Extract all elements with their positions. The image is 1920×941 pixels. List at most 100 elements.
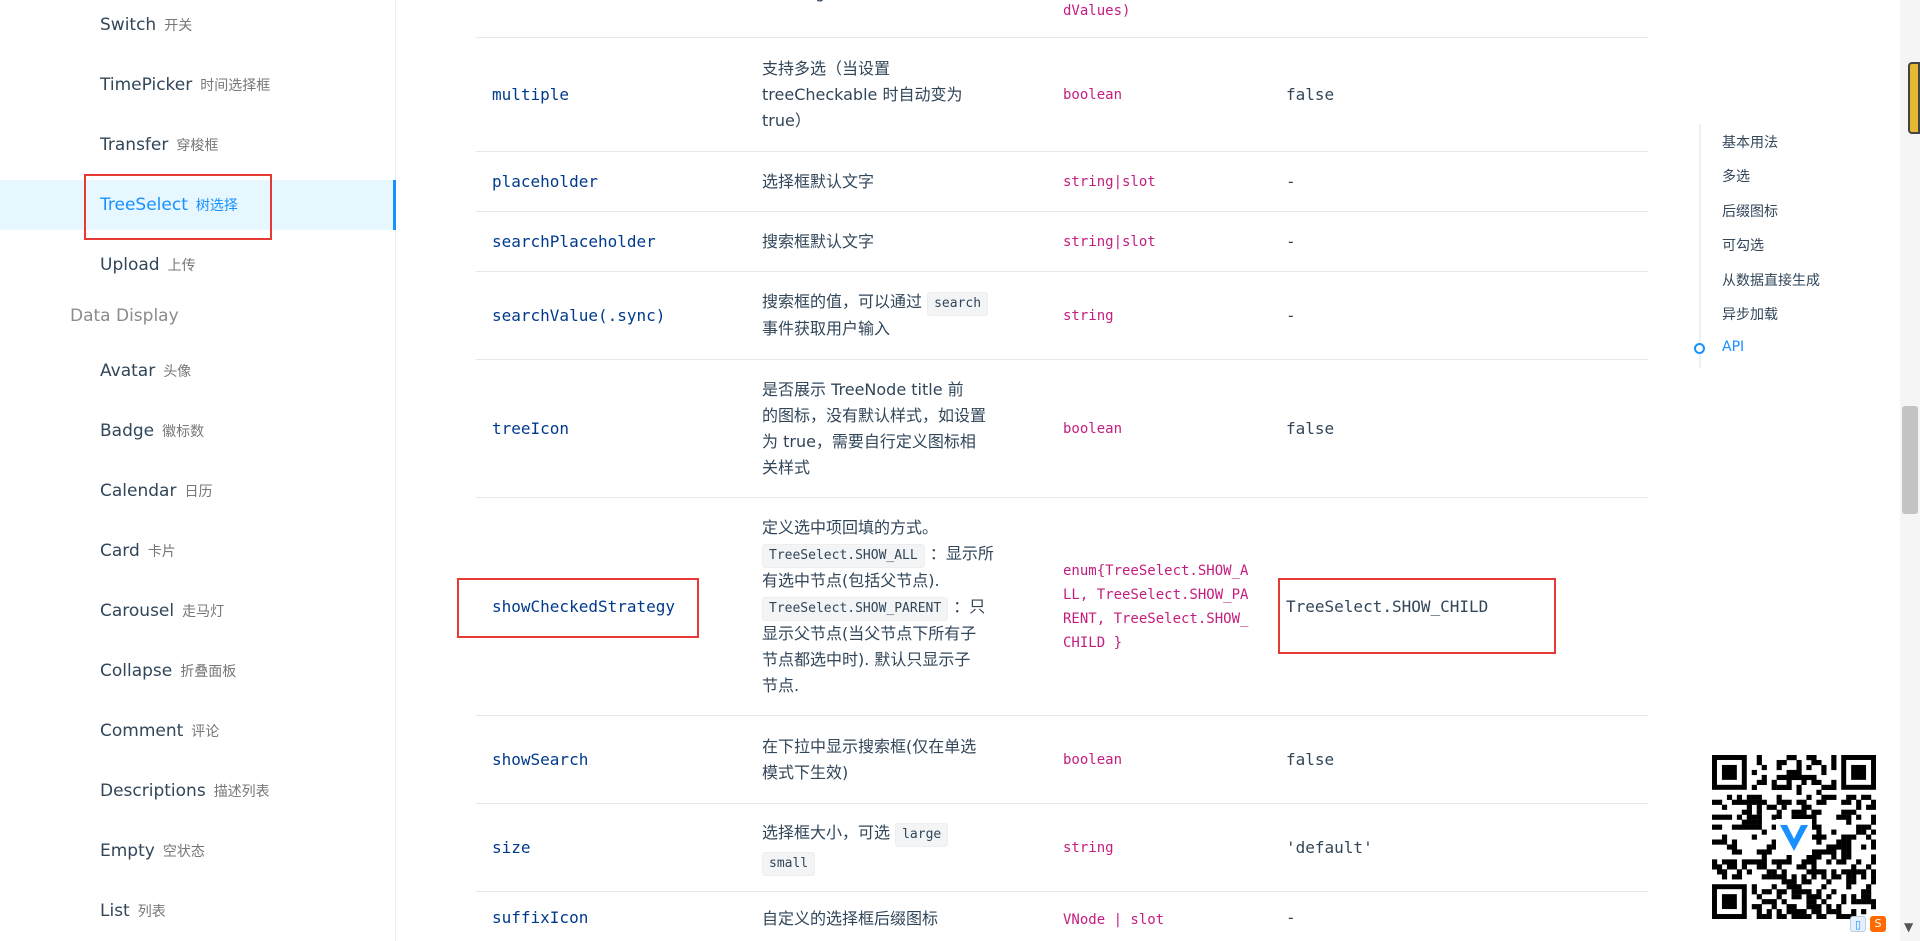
page: Switch 开关 TimePicker 时间选择框 Transfer 穿梭框 … — [0, 0, 1920, 941]
menu-label: Avatar — [100, 361, 156, 381]
s-app-icon[interactable]: S — [1870, 916, 1886, 932]
desc-line: TreeSelect.SHOW_ALL ：显示所 — [762, 541, 994, 568]
table-row: showSearch 在下拉中显示搜索框(仅在单选 模式下生效) boolean… — [476, 716, 1648, 804]
prop-type: enum{TreeSelect.SHOW_ALL, TreeSelect.SHO… — [1063, 562, 1249, 651]
anchor-link-checkable[interactable]: 可勾选 — [1722, 235, 1764, 255]
sidebar-item-collapse[interactable]: Collapse 折叠面板 — [0, 646, 396, 696]
qr-code — [1712, 755, 1877, 920]
sidebar-item-descriptions[interactable]: Descriptions 描述列表 — [0, 766, 396, 816]
desc-text: 搜索框的值，可以通过 — [762, 292, 923, 311]
inline-code: TreeSelect.SHOW_ALL — [762, 543, 925, 568]
table-row: size 选择框大小，可选 large small string 'defaul… — [476, 804, 1648, 892]
table-row: searchValue(.sync) 搜索框的值，可以通过 search 事件获… — [476, 272, 1648, 360]
prop-name: treeIcon — [492, 419, 570, 438]
prop-type: string — [1063, 839, 1114, 856]
desc-line: 模式下生效) — [762, 762, 849, 782]
sidebar-item-empty[interactable]: Empty 空状态 — [0, 826, 396, 876]
prop-default: - — [1286, 306, 1296, 325]
prop-description: 选择框默认文字 — [762, 171, 875, 191]
anchor-link-async[interactable]: 异步加载 — [1722, 304, 1778, 324]
sidebar-item-carousel[interactable]: Carousel 走马灯 — [0, 586, 396, 636]
prop-description: 支持多选（当设置 treeCheckable 时自动变为 true） — [762, 38, 1052, 151]
anchor-link-basic[interactable]: 基本用法 — [1722, 132, 1778, 152]
menu-sublabel: 空状态 — [162, 844, 205, 860]
desc-text: 事件获取用户输入 — [762, 319, 891, 338]
sidebar-item-treeselect[interactable]: TreeSelect 树选择 — [0, 180, 396, 230]
sidebar-item-badge[interactable]: Badge 徽标数 — [0, 406, 396, 456]
anchor-link-api[interactable]: API — [1722, 339, 1744, 355]
anchor-link-suffix-icon[interactable]: 后缀图标 — [1722, 201, 1778, 221]
desc-line: 的图标，没有默认样式，如设置 — [762, 405, 987, 425]
table-row: treeIcon 是否展示 TreeNode title 前 的图标，没有默认样… — [476, 360, 1648, 498]
sidebar-item-timepicker[interactable]: TimePicker 时间选择框 — [0, 60, 396, 110]
prop-name: showCheckedStrategy — [492, 597, 676, 616]
prop-type: string|slot — [1063, 173, 1156, 190]
menu-sublabel: 日历 — [184, 484, 213, 500]
menu-sublabel: 列表 — [137, 904, 166, 920]
menu-label: Switch — [100, 15, 157, 35]
side-widget[interactable] — [1908, 62, 1920, 134]
prop-description: 隐藏 tag 时显示的内容 — [762, 0, 1052, 37]
menu-sublabel: 折叠面板 — [180, 664, 237, 680]
prop-description: 是否展示 TreeNode title 前 的图标，没有默认样式，如设置 为 t… — [762, 360, 1052, 497]
menu-label: Descriptions — [100, 781, 206, 801]
desc-line: 显示父节点(当父节点下所有子 — [762, 623, 977, 643]
anchor-link-multiple[interactable]: 多选 — [1722, 166, 1750, 186]
desc-text: ：只 — [953, 596, 986, 616]
prop-name: placeholder — [492, 172, 598, 191]
prop-type: boolean — [1063, 420, 1123, 437]
prop-name: multiple — [492, 85, 570, 104]
prop-name: size — [492, 838, 531, 857]
desc-text: ：显示所 — [929, 543, 994, 563]
prop-name: showSearch — [492, 750, 589, 769]
desc-line: 节点都选中时). 默认只显示子 — [762, 649, 971, 669]
sidebar-item-comment[interactable]: Comment 评论 — [0, 706, 396, 756]
menu-label: Card — [100, 541, 140, 561]
sidebar-item-switch[interactable]: Switch 开关 — [0, 0, 396, 50]
anchor-link-from-data[interactable]: 从数据直接生成 — [1722, 270, 1820, 290]
sidebar-item-calendar[interactable]: Calendar 日历 — [0, 466, 396, 516]
menu-label: Calendar — [100, 481, 177, 501]
table-row: multiple 支持多选（当设置 treeCheckable 时自动变为 tr… — [476, 38, 1648, 152]
table-row: suffixIcon 自定义的选择框后缀图标 VNode | slot - — [476, 892, 1648, 941]
sidebar-item-avatar[interactable]: Avatar 头像 — [0, 346, 396, 396]
menu-sublabel: 穿梭框 — [176, 138, 219, 154]
desc-line: 支持多选（当设置 — [762, 58, 891, 78]
menu-label: Collapse — [100, 661, 173, 681]
prop-name: maxTagPlaceholder — [492, 0, 742, 37]
menu-sublabel: 时间选择框 — [200, 78, 271, 94]
menu-sublabel: 评论 — [191, 724, 220, 740]
inline-code: small — [762, 851, 816, 876]
prop-type: dValues) — [1063, 3, 1131, 19]
prop-name: searchValue(.sync) — [492, 306, 666, 325]
desc-line: 定义选中项回填的方式。 — [762, 517, 939, 537]
prop-default: - — [1286, 232, 1296, 251]
sidebar-item-list[interactable]: List 列表 — [0, 886, 396, 936]
menu-group-data-display: Data Display — [70, 306, 179, 326]
sidebar-item-upload[interactable]: Upload 上传 — [0, 240, 396, 290]
corner-tray: ▯ S — [1850, 916, 1886, 932]
prop-type: string|slot — [1063, 233, 1156, 250]
desc-line: TreeSelect.SHOW_PARENT ：只 — [762, 594, 994, 621]
sidebar-item-card[interactable]: Card 卡片 — [0, 526, 396, 576]
scroll-down-arrow-icon[interactable]: ▼ — [1904, 920, 1913, 934]
desc-line: treeCheckable 时自动变为 — [762, 84, 963, 104]
prop-description: 搜索框默认文字 — [762, 231, 875, 251]
scrollbar-thumb[interactable] — [1902, 406, 1918, 514]
prop-type: boolean — [1063, 86, 1123, 103]
menu-label: TreeSelect — [100, 195, 188, 215]
menu-sublabel: 卡片 — [147, 544, 176, 560]
menu-sublabel: 树选择 — [195, 198, 238, 214]
prop-default: false — [1286, 85, 1335, 104]
prop-default: - — [1286, 172, 1296, 191]
desc-line: 有选中节点(包括父节点). — [762, 570, 940, 590]
anchor-active-indicator — [1694, 343, 1705, 354]
prop-description: 选择框大小，可选 large small — [762, 804, 1052, 891]
menu-sublabel: 走马灯 — [182, 604, 225, 620]
prop-name: searchPlaceholder — [492, 232, 656, 251]
document-icon[interactable]: ▯ — [1850, 916, 1866, 932]
sidebar-item-transfer[interactable]: Transfer 穿梭框 — [0, 120, 396, 170]
desc-line: 是否展示 TreeNode title 前 — [762, 379, 964, 399]
qr-code-pattern — [1712, 755, 1877, 920]
table-row: showCheckedStrategy 定义选中项回填的方式。 TreeSele… — [476, 498, 1648, 716]
